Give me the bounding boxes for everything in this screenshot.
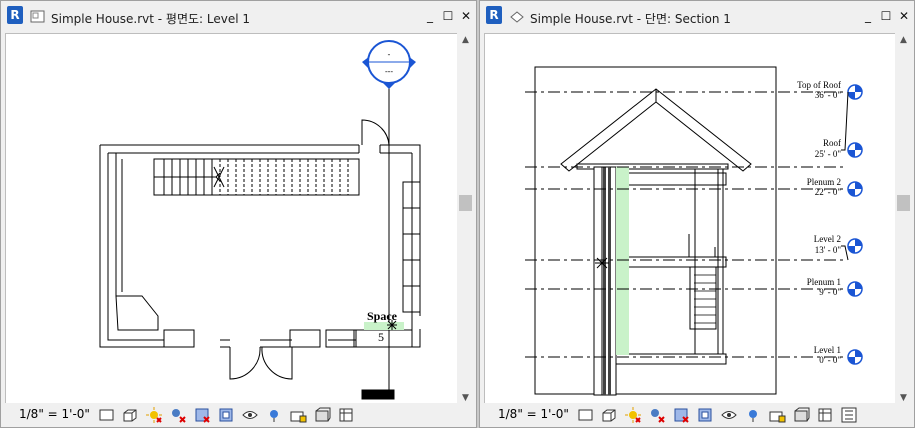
floor-plan-view-icon xyxy=(30,10,45,23)
scroll-up-arrow-icon[interactable]: ▲ xyxy=(895,33,912,47)
level-head xyxy=(847,181,863,197)
section-tail xyxy=(361,389,395,400)
section-view-window[interactable]: R Simple House.rvt - 단면: Section 1 _ ☐ ✕ xyxy=(479,0,915,428)
minimize-button[interactable]: _ xyxy=(423,9,437,23)
highlight-displacement-icon[interactable] xyxy=(337,406,355,424)
temporary-hide-icon[interactable] xyxy=(241,406,259,424)
reveal-constraints-icon[interactable] xyxy=(840,406,858,424)
sun-path-icon[interactable] xyxy=(624,406,642,424)
level-elevation: 36' - 0" xyxy=(815,90,842,100)
drawing-canvas[interactable]: - --- Space 5 xyxy=(5,33,458,407)
maximize-button[interactable]: ☐ xyxy=(441,9,455,23)
level-elevation: 13' - 0" xyxy=(815,245,842,255)
reveal-hidden-icon[interactable] xyxy=(744,406,762,424)
maximize-button[interactable]: ☐ xyxy=(879,9,893,23)
floor-plan-drawing: - --- Space 5 xyxy=(99,40,421,400)
highlight-displacement-icon[interactable] xyxy=(816,406,834,424)
level-name: Plenum 2 xyxy=(807,177,841,187)
close-button[interactable]: ✕ xyxy=(459,9,473,23)
revit-app-icon: R xyxy=(486,6,502,24)
space-tag-number: 5 xyxy=(378,330,384,344)
shadows-icon[interactable] xyxy=(648,406,666,424)
svg-text:---: --- xyxy=(385,67,393,76)
level-elevation: 0' - 0" xyxy=(819,355,841,365)
crop-view-icon[interactable] xyxy=(672,406,690,424)
section-drawing: Top of Roof 36' - 0" Roof 25' - 0" Plenu… xyxy=(525,66,863,396)
view-title: Simple House.rvt - 단면: Section 1 xyxy=(530,12,731,26)
level-elevation: 25' - 0" xyxy=(815,149,842,159)
level-heads xyxy=(847,84,863,365)
space-tag-name: Space xyxy=(367,309,398,323)
scrollbar-thumb[interactable] xyxy=(897,195,910,211)
level-head xyxy=(847,84,863,100)
level-head xyxy=(847,349,863,365)
level-elevation: 9' - 0" xyxy=(819,287,841,297)
detail-level-icon[interactable] xyxy=(98,406,116,424)
level-name: Plenum 1 xyxy=(807,277,841,287)
level-name: Roof xyxy=(823,138,841,148)
view-titlebar[interactable]: R Simple House.rvt - 단면: Section 1 _ ☐ ✕ xyxy=(480,1,914,33)
lock-3d-view-icon[interactable] xyxy=(768,406,786,424)
view-scale[interactable]: 1/8" = 1'-0" xyxy=(19,407,90,421)
view-control-bar: 1/8" = 1'-0" xyxy=(480,403,914,427)
view-titlebar[interactable]: R Simple House.rvt - 평면도: Level 1 _ ☐ ✕ xyxy=(1,1,476,33)
scroll-up-arrow-icon[interactable]: ▲ xyxy=(457,33,474,47)
view-control-bar: 1/8" = 1'-0" xyxy=(1,403,476,427)
level-head xyxy=(847,142,863,158)
minimize-button[interactable]: _ xyxy=(861,9,875,23)
analytical-model-icon[interactable] xyxy=(792,406,810,424)
lock-3d-view-icon[interactable] xyxy=(289,406,307,424)
revit-app-icon: R xyxy=(7,6,23,24)
level-name: Top of Roof xyxy=(797,80,841,90)
scrollbar-thumb[interactable] xyxy=(459,195,472,211)
vertical-scrollbar[interactable]: ▲ ▼ xyxy=(457,33,474,405)
temporary-hide-icon[interactable] xyxy=(720,406,738,424)
svg-text:-: - xyxy=(388,50,391,59)
detail-level-icon[interactable] xyxy=(577,406,595,424)
crop-view-icon[interactable] xyxy=(193,406,211,424)
show-crop-region-icon[interactable] xyxy=(217,406,235,424)
show-crop-region-icon[interactable] xyxy=(696,406,714,424)
level-head xyxy=(847,238,863,254)
view-scale[interactable]: 1/8" = 1'-0" xyxy=(498,407,569,421)
section-head-marker: - --- xyxy=(362,40,416,89)
level-head xyxy=(847,281,863,297)
visual-style-icon[interactable] xyxy=(600,406,618,424)
view-title: Simple House.rvt - 평면도: Level 1 xyxy=(51,12,251,26)
shadows-icon[interactable] xyxy=(169,406,187,424)
level-name: Level 2 xyxy=(814,234,841,244)
analytical-model-icon[interactable] xyxy=(313,406,331,424)
level-name: Level 1 xyxy=(814,345,841,355)
floor-plan-view-window[interactable]: R Simple House.rvt - 평면도: Level 1 _ ☐ ✕ xyxy=(0,0,477,428)
reveal-hidden-icon[interactable] xyxy=(265,406,283,424)
close-button[interactable]: ✕ xyxy=(897,9,911,23)
sun-path-icon[interactable] xyxy=(145,406,163,424)
level-elevation: 22' - 0" xyxy=(815,187,842,197)
section-view-icon xyxy=(510,11,524,23)
drawing-canvas[interactable]: Top of Roof 36' - 0" Roof 25' - 0" Plenu… xyxy=(484,33,896,407)
vertical-scrollbar[interactable]: ▲ ▼ xyxy=(895,33,912,405)
visual-style-icon[interactable] xyxy=(121,406,139,424)
